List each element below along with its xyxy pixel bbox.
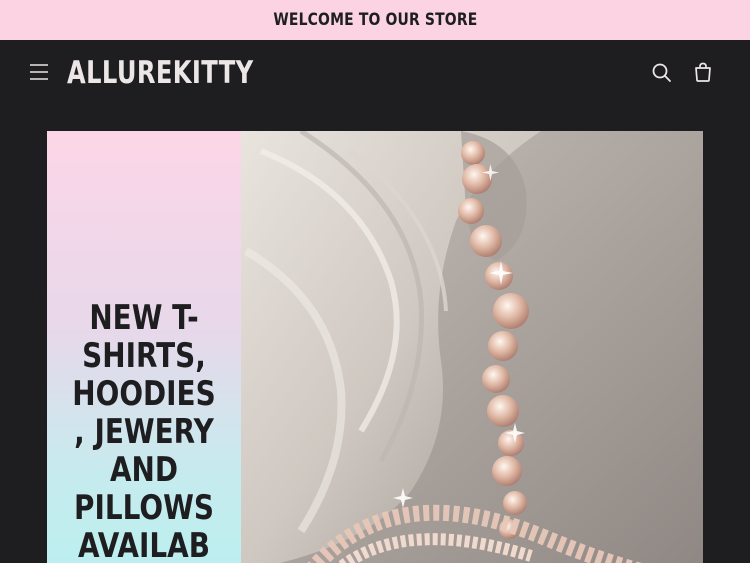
hero-text-panel: NEW T- SHIRTS, HOODIES , JEWERY AND PILL… <box>47 131 241 563</box>
hero-heading-line: NEW T- <box>89 298 199 338</box>
hero-heading-line: SHIRTS, <box>82 336 206 376</box>
hero-heading-line: HOODIES <box>72 374 216 414</box>
hero-heading-line: AVAILAB <box>78 526 210 563</box>
hero-heading-line: PILLOWS <box>74 488 214 528</box>
search-button[interactable] <box>650 61 674 85</box>
hero-banner: NEW T- SHIRTS, HOODIES , JEWERY AND PILL… <box>47 131 703 563</box>
announcement-text: WELCOME TO OUR STORE <box>272 10 478 30</box>
site-header: ALLUREKITTY <box>0 40 750 106</box>
hero-image <box>241 131 703 563</box>
hero-heading-line: AND <box>109 450 179 490</box>
cart-button[interactable] <box>691 60 715 84</box>
menu-button[interactable] <box>27 61 51 83</box>
announcement-bar: WELCOME TO OUR STORE <box>0 0 750 40</box>
hero-heading-line: , JEWERY <box>74 412 214 452</box>
hero-heading: NEW T- SHIRTS, HOODIES , JEWERY AND PILL… <box>47 299 241 563</box>
hamburger-menu-icon <box>30 64 48 80</box>
earring-photo-icon <box>241 131 703 563</box>
logo-text: ALLUREKITTY <box>67 55 254 91</box>
search-icon <box>652 63 671 82</box>
store-logo[interactable]: ALLUREKITTY <box>67 50 306 96</box>
cart-icon <box>695 62 711 82</box>
